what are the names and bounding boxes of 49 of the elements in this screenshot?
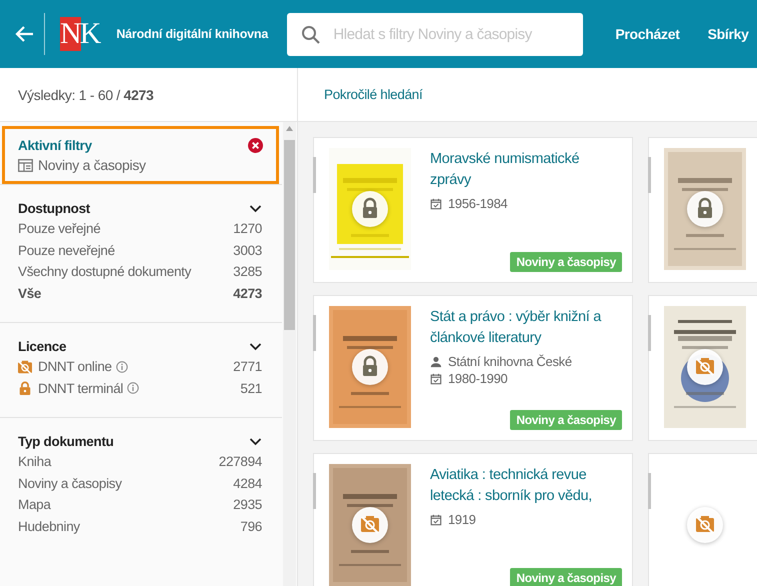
facet-title: Dostupnost xyxy=(18,201,90,216)
chevron-icon[interactable] xyxy=(249,437,262,446)
calendar-icon xyxy=(430,372,442,384)
facet-option[interactable]: DNNT terminál 521 xyxy=(18,378,262,399)
advanced-search-link[interactable]: Pokročilé hledání xyxy=(324,87,422,102)
facet-title: Licence xyxy=(18,339,66,354)
active-filters-title: Aktivní filtry xyxy=(18,138,92,153)
chevron-icon[interactable] xyxy=(249,204,262,213)
facet-option[interactable]: Noviny a časopisy 4284 xyxy=(18,472,262,494)
scroll-up-icon[interactable] xyxy=(286,126,293,131)
calendar-icon xyxy=(430,514,442,526)
document-title[interactable]: Stát a právo : výběr knižní a článkové literatury xyxy=(430,307,622,349)
back-arrow-icon[interactable] xyxy=(15,24,35,44)
result-card[interactable]: Moravské numismatické zprávy 1956-1984 Noviny a časopisy xyxy=(313,137,633,283)
newspaper-icon xyxy=(18,158,33,172)
results-count: Výsledky: 1 - 60 / 4273 xyxy=(18,86,154,102)
facet-option[interactable]: Vše 4273 xyxy=(18,282,262,304)
facet-option[interactable]: Všechny dostupné dokumenty 3285 xyxy=(18,261,262,282)
date-range: 1956-1984 xyxy=(448,196,508,211)
info-icon[interactable] xyxy=(116,360,128,373)
date-range: 1919 xyxy=(448,512,476,527)
facet-option[interactable]: Pouze neveřejné 3003 xyxy=(18,240,262,261)
document-title[interactable]: Aviatika : technická revue letecká : sborník pro vědu, xyxy=(430,465,622,507)
result-card[interactable]: Stát a právo : výběr knižní a článkové literatury Státní knihovna České 1980-1990 Noviny a časopisy xyxy=(313,295,633,441)
result-card[interactable]: Aviatika : technická revue letecká : sborník pro vědu, 1919 Noviny a časopisy xyxy=(313,453,633,586)
site-title[interactable]: Národní digitální knihovna xyxy=(116,27,288,41)
info-icon[interactable] xyxy=(127,382,140,394)
type-tag: Noviny a časopisy xyxy=(510,252,622,272)
scrollbar[interactable] xyxy=(283,122,296,586)
search-icon xyxy=(301,24,322,44)
search-field[interactable]: Hledat s filtry Noviny a časopisy xyxy=(287,12,584,56)
type-tag: Noviny a časopisy xyxy=(510,410,622,430)
facet-option[interactable]: Pouze veřejné 1270 xyxy=(18,218,262,240)
author: Státní knihovna České xyxy=(448,354,572,369)
person-icon xyxy=(430,356,442,368)
nav-link[interactable]: Procházet xyxy=(615,26,680,42)
document-title[interactable]: Moravské numismatické zprávy xyxy=(430,149,622,191)
type-tag: Noviny a časopisy xyxy=(510,568,622,586)
facet-option[interactable]: Mapa 2935 xyxy=(18,494,262,516)
facet-option[interactable]: DNNT online 2771 xyxy=(18,356,262,378)
calendar-icon xyxy=(430,198,442,210)
facet-option[interactable]: Hudebniny 796 xyxy=(18,516,262,537)
nav-link[interactable]: Sbírky xyxy=(708,26,749,42)
active-filter-label: Noviny a časopisy xyxy=(38,157,146,173)
chevron-icon[interactable] xyxy=(249,342,262,351)
facet-title: Typ dokumentu xyxy=(18,434,114,449)
clear-icon[interactable] xyxy=(248,138,263,153)
facet-option[interactable]: Kniha 227894 xyxy=(18,451,262,472)
date-range: 1980-1990 xyxy=(448,371,508,386)
